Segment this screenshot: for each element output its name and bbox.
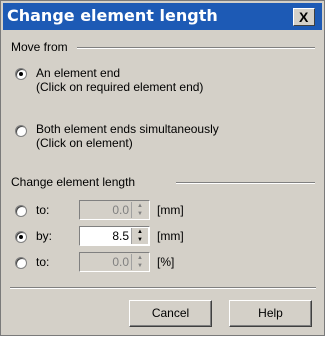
to-mm-value: 0.0	[112, 203, 129, 217]
button-separator	[10, 287, 316, 289]
dialog-window: Change element length X Move from An ele…	[0, 0, 325, 336]
dialog-title: Change element length	[7, 6, 218, 25]
radio-to-percent[interactable]	[15, 257, 27, 269]
option-element-end-label[interactable]: An element end	[36, 66, 120, 80]
to-percent-spinner: 0.0 ▲ ▼	[79, 252, 150, 272]
change-length-group-label: Change element length	[11, 175, 140, 189]
move-from-divider	[77, 47, 315, 49]
by-mm-spinner[interactable]: 8.5 ▲ ▼	[79, 226, 150, 246]
spin-up-icon[interactable]: ▲	[132, 228, 148, 236]
option-both-ends-label[interactable]: Both element ends simultaneously	[36, 122, 219, 136]
close-button[interactable]: X	[293, 8, 315, 26]
to-mm-unit: [mm]	[157, 203, 184, 217]
radio-element-end[interactable]	[15, 68, 27, 80]
by-mm-unit: [mm]	[157, 229, 184, 243]
spin-up-icon: ▲	[137, 255, 143, 261]
radio-by-mm[interactable]	[15, 231, 27, 243]
radio-selected-dot	[19, 235, 23, 239]
to-percent-value: 0.0	[112, 255, 129, 269]
move-from-group-label: Move from	[11, 40, 72, 54]
option-both-ends-hint: (Click on element)	[36, 136, 133, 150]
by-mm-value[interactable]: 8.5	[112, 229, 129, 243]
option-element-end-hint: (Click on required element end)	[36, 80, 204, 94]
help-button[interactable]: Help	[229, 300, 312, 327]
radio-to-mm[interactable]	[15, 205, 27, 217]
spin-down-icon: ▼	[137, 263, 143, 269]
to-mm-prefix: to:	[36, 203, 50, 217]
to-mm-spinner: 0.0 ▲ ▼	[79, 200, 150, 220]
title-bar[interactable]: Change element length X	[3, 3, 322, 30]
spin-up-icon: ▲	[137, 203, 143, 209]
to-percent-unit: [%]	[157, 255, 175, 269]
cancel-button[interactable]: Cancel	[129, 300, 212, 327]
close-icon: X	[299, 9, 309, 25]
radio-both-ends[interactable]	[15, 125, 27, 137]
spin-down-icon: ▼	[137, 211, 143, 217]
to-percent-prefix: to:	[36, 255, 50, 269]
spin-down-icon[interactable]: ▼	[132, 236, 148, 244]
by-mm-prefix: by:	[36, 229, 53, 243]
radio-selected-dot	[19, 72, 23, 76]
change-length-divider	[176, 182, 315, 184]
